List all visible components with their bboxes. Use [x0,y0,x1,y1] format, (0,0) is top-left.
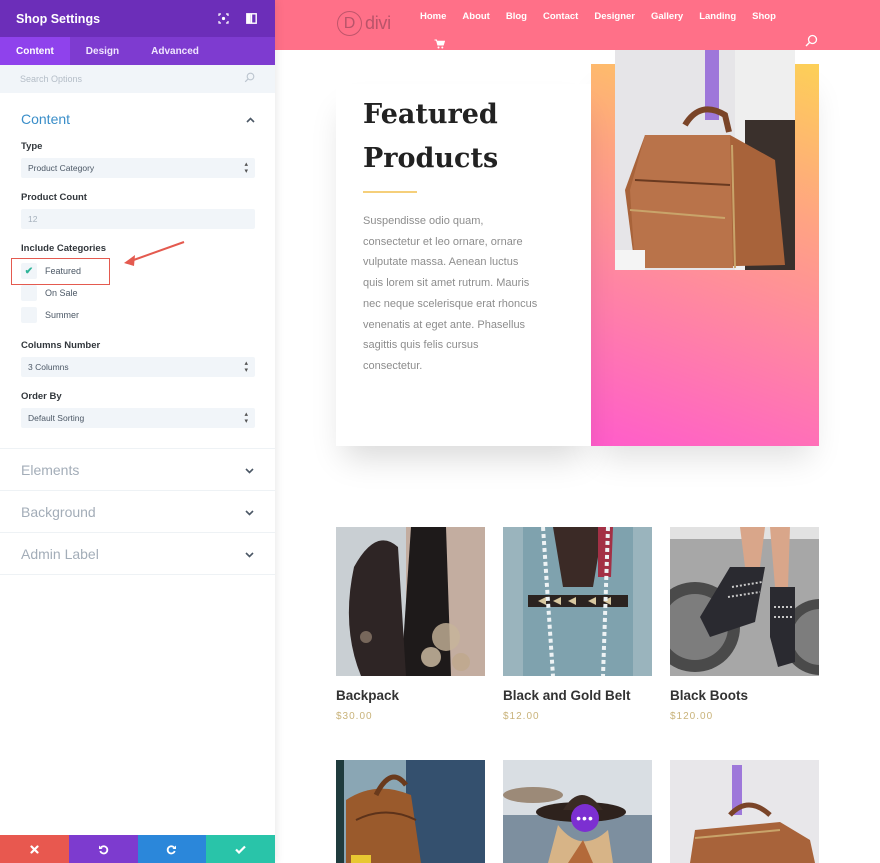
tab-advanced[interactable]: Advanced [135,37,215,65]
elements-section[interactable]: Elements [0,449,275,491]
annotation-highlight-box [11,258,110,285]
product-image-belt[interactable] [503,527,652,676]
cancel-button[interactable] [0,835,69,863]
columns-number-value: 3 Columns [28,362,69,372]
split-view-icon[interactable] [243,11,259,27]
menu-item-landing[interactable]: Landing [699,11,736,22]
close-icon [30,844,39,854]
divi-logo[interactable]: D divi [337,11,391,36]
content-section-header[interactable]: Content [21,109,255,129]
select-arrows-icon: ▴ ▾ [244,360,248,374]
hero-body-text: Suspendisse odio quam, consectetur et le… [363,215,538,372]
app-root: Shop Settings Content Design Advanced Co… [0,0,880,863]
product-price: $120.00 [670,711,714,722]
product-card[interactable] [336,760,485,863]
select-arrows-icon: ▴ ▾ [244,411,248,425]
menu-item-designer[interactable]: Designer [594,11,635,22]
hero-divider [363,191,417,193]
type-label: Type [21,141,43,152]
product-image[interactable] [670,760,819,863]
site-preview: D divi Home About Blog Contact Designer … [275,0,880,863]
columns-number-select[interactable]: 3 Columns ▴ ▾ [21,357,255,377]
type-select[interactable]: Product Category ▴ ▾ [21,158,255,178]
checkmark-icon [235,845,246,854]
undo-button[interactable] [68,835,138,863]
product-name[interactable]: Backpack [336,688,485,703]
product-card[interactable]: Backpack $30.00 [336,527,485,722]
order-by-label: Order By [21,391,62,402]
product-count-input[interactable]: 12 [21,209,255,229]
product-price: $12.00 [503,711,540,722]
tab-content[interactable]: Content [0,37,70,65]
product-image-backpack[interactable] [336,527,485,676]
product-price: $30.00 [336,711,373,722]
product-card[interactable] [670,760,819,863]
tab-design[interactable]: Design [70,37,135,65]
more-options-button[interactable]: ••• [571,804,599,832]
menu-item-contact[interactable]: Contact [543,11,578,22]
order-by-select[interactable]: Default Sorting ▴ ▾ [21,408,255,428]
menu-item-shop[interactable]: Shop [752,11,776,22]
product-name[interactable]: Black Boots [670,688,819,703]
panel-title: Shop Settings [16,11,101,26]
menu-item-blog[interactable]: Blog [506,11,527,22]
type-select-value: Product Category [28,163,95,173]
fullscreen-icon[interactable] [215,11,231,27]
product-image-boots[interactable] [670,527,819,676]
elements-section-title: Elements [21,461,80,478]
menu-item-gallery[interactable]: Gallery [651,11,683,22]
menu-item-about[interactable]: About [462,11,489,22]
product-count-value: 12 [28,214,38,224]
category-on-sale[interactable]: On Sale [21,282,255,304]
product-image[interactable] [336,760,485,863]
hero-title-line-1: Featured [363,99,498,130]
undo-icon [98,844,108,854]
chevron-down-icon[interactable] [245,503,254,521]
panel-tabs: Content Design Advanced [0,37,275,65]
product-card[interactable]: Black and Gold Belt $12.00 [503,527,652,722]
product-card[interactable]: Black Boots $120.00 [670,527,819,722]
site-header: D divi Home About Blog Contact Designer … [275,0,880,50]
category-label: On Sale [45,288,78,298]
admin-label-section-title: Admin Label [21,545,99,562]
annotation-arrow-icon [124,241,185,266]
hero-title: Featured Products [363,93,583,181]
checkbox-unchecked[interactable] [21,285,37,301]
hero-title-line-2: Products [363,143,499,174]
content-section-title: Content [21,111,71,127]
search-icon[interactable] [244,70,255,88]
select-arrows-icon: ▴ ▾ [244,161,248,175]
category-summer[interactable]: Summer [21,304,255,326]
chevron-up-icon[interactable] [246,110,255,128]
menu-item-home[interactable]: Home [420,11,446,22]
chevron-down-icon[interactable] [245,545,254,563]
shop-settings-panel: Shop Settings Content Design Advanced Co… [0,0,275,863]
search-options-bar [0,65,275,93]
panel-header: Shop Settings [0,0,275,37]
hero-backpack-image [615,50,795,270]
redo-button[interactable] [137,835,207,863]
search-icon[interactable] [805,34,818,52]
checkbox-unchecked[interactable] [21,307,37,323]
background-section-title: Background [21,503,96,520]
panel-footer [0,835,275,863]
logo-mark: D [337,11,362,36]
product-name[interactable]: Black and Gold Belt [503,688,652,703]
product-count-label: Product Count [21,192,87,203]
columns-number-label: Columns Number [21,340,101,351]
logo-text: divi [365,13,391,33]
search-options-input[interactable] [20,74,244,84]
admin-label-section[interactable]: Admin Label [0,533,275,575]
category-label: Summer [45,310,80,320]
chevron-down-icon[interactable] [245,461,254,479]
main-menu: Home About Blog Contact Designer Gallery… [420,11,792,22]
order-by-value: Default Sorting [28,413,85,423]
redo-icon [167,844,177,854]
background-section[interactable]: Background [0,491,275,533]
save-button[interactable] [206,835,275,863]
cart-icon[interactable] [434,36,446,54]
